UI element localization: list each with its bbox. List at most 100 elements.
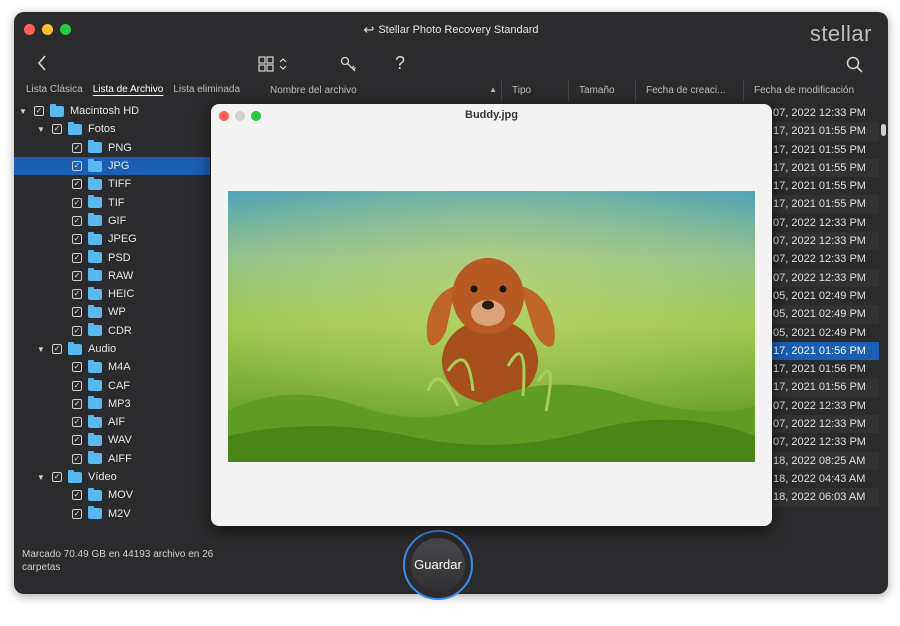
checkbox[interactable]: ✓ — [52, 344, 62, 354]
stellar-logo: stellar — [809, 21, 872, 46]
undo-arrow-icon: ↩ — [363, 22, 375, 37]
column-header-modified[interactable]: Fecha de modificación — [744, 80, 880, 102]
column-header-size[interactable]: Tamaño — [569, 80, 636, 102]
tab-file-list[interactable]: Lista de Archivo — [89, 80, 170, 102]
tree-row[interactable]: ✓ JPEG — [14, 230, 210, 248]
search-button[interactable] — [846, 56, 864, 79]
checkbox[interactable]: ✓ — [52, 472, 62, 483]
table-row-modified-date[interactable]: 17, 2021 01:56 PM — [769, 341, 879, 361]
checkbox[interactable]: ✓ — [72, 142, 82, 153]
tree-row[interactable]: ✓ M4A — [14, 358, 210, 376]
checkbox[interactable]: ✓ — [72, 215, 82, 226]
disclosure-triangle-icon[interactable]: ▼ — [36, 125, 46, 134]
scrollbar-thumb[interactable] — [881, 124, 886, 136]
checkbox[interactable]: ✓ — [72, 234, 82, 245]
disclosure-triangle-icon[interactable]: ▼ — [18, 107, 28, 116]
tree-row[interactable]: ✓ MP3 — [14, 395, 210, 413]
tree-row-label: PSD — [108, 251, 131, 264]
tree-row-label: MOV — [108, 489, 134, 502]
checkbox[interactable]: ✓ — [72, 435, 82, 446]
table-row-modified-date[interactable]: 18, 2022 08:25 AM — [769, 451, 879, 470]
table-row-modified-date[interactable]: 07, 2022 12:33 PM — [769, 232, 879, 251]
checkbox[interactable]: ✓ — [72, 490, 82, 501]
tree-row[interactable]: ▼ ✓ Audio — [14, 340, 210, 358]
table-row-modified-date[interactable]: 07, 2022 12:33 PM — [769, 268, 879, 287]
checkbox[interactable]: ✓ — [72, 508, 82, 519]
tree-row[interactable]: ✓ AIF — [14, 413, 210, 431]
checkbox[interactable]: ✓ — [72, 179, 82, 190]
checkbox[interactable]: ✓ — [34, 106, 44, 117]
tree-row[interactable]: ✓ JPG — [14, 156, 210, 176]
tree-row[interactable]: ✓ WP — [14, 303, 210, 321]
tree-row[interactable]: ✓ PNG — [14, 139, 210, 157]
tree-row[interactable]: ▼ ✓ Vídeo — [14, 468, 210, 486]
checkbox[interactable]: ✓ — [72, 398, 82, 409]
save-button[interactable]: Guardar — [411, 538, 465, 592]
table-row-modified-date[interactable]: 17, 2021 01:55 PM — [769, 158, 879, 178]
table-row-modified-date[interactable]: 17, 2021 01:56 PM — [769, 378, 879, 397]
back-button[interactable] — [36, 54, 48, 77]
checkbox[interactable]: ✓ — [72, 362, 82, 373]
activate-key-button[interactable] — [340, 56, 358, 79]
checkbox[interactable]: ✓ — [72, 307, 82, 318]
tree-row[interactable]: ✓ M2V — [14, 505, 210, 523]
table-row-modified-date[interactable]: 17, 2021 01:55 PM — [769, 177, 879, 195]
table-row-modified-date[interactable]: 07, 2022 12:33 PM — [769, 415, 879, 434]
tree-row[interactable]: ✓ CDR — [14, 322, 210, 340]
folder-icon — [88, 414, 102, 428]
tree-row[interactable]: ✓ TIF — [14, 193, 210, 211]
tree-row[interactable]: ✓ RAW — [14, 267, 210, 285]
view-mode-button[interactable] — [258, 56, 290, 79]
checkbox[interactable]: ✓ — [72, 270, 82, 281]
tree-row[interactable]: ✓ CAF — [14, 376, 210, 394]
table-row-modified-date[interactable]: 05, 2021 02:49 PM — [769, 305, 879, 324]
help-button[interactable]: ? — [395, 53, 405, 74]
folder-icon — [88, 378, 102, 392]
table-row-modified-date[interactable]: 07, 2022 12:33 PM — [769, 433, 879, 451]
table-row-modified-date[interactable]: 05, 2021 02:49 PM — [769, 287, 879, 305]
tree-row-label: M2V — [108, 507, 131, 520]
tree-row-label: Vídeo — [88, 471, 117, 484]
table-row-modified-date[interactable]: 07, 2022 12:33 PM — [769, 250, 879, 268]
tree-row[interactable]: ✓ GIF — [14, 212, 210, 230]
tree-row[interactable]: ✓ PSD — [14, 248, 210, 266]
checkbox[interactable]: ✓ — [72, 453, 82, 464]
tab-classic-list[interactable]: Lista Clásica — [14, 80, 89, 102]
table-row-modified-date[interactable]: 07, 2022 12:33 PM — [769, 397, 879, 415]
tree-row[interactable]: ✓ AIFF — [14, 450, 210, 468]
table-row-modified-date[interactable]: 18, 2022 06:03 AM — [769, 488, 879, 507]
tree-row-label: HEIC — [108, 288, 135, 301]
table-row-modified-date[interactable]: 17, 2021 01:55 PM — [769, 141, 879, 159]
table-row-modified-date[interactable]: 17, 2021 01:55 PM — [769, 122, 879, 141]
checkbox[interactable]: ✓ — [72, 252, 82, 263]
checkbox[interactable]: ✓ — [72, 161, 82, 172]
tree-row[interactable]: ✓ TIFF — [14, 175, 210, 193]
tree-row[interactable]: ✓ WAV — [14, 431, 210, 449]
column-header-type[interactable]: Tipo — [502, 80, 569, 102]
folder-icon — [88, 286, 102, 300]
table-row-modified-date[interactable]: 07, 2022 12:33 PM — [769, 104, 879, 122]
column-header-created[interactable]: Fecha de creaci... — [636, 80, 744, 102]
checkbox[interactable]: ✓ — [52, 124, 62, 135]
tree-row[interactable]: ▼ ✓ Macintosh HD — [14, 102, 210, 120]
table-row-modified-date[interactable]: 05, 2021 02:49 PM — [769, 324, 879, 342]
checkbox[interactable]: ✓ — [72, 197, 82, 208]
column-header-filename[interactable]: Nombre del archivo ▲ — [252, 80, 502, 102]
table-row-modified-date[interactable]: 17, 2021 01:56 PM — [769, 360, 879, 378]
checkbox[interactable]: ✓ — [72, 380, 82, 391]
table-row-modified-date[interactable]: 18, 2022 04:43 AM — [769, 470, 879, 488]
disclosure-triangle-icon[interactable]: ▼ — [36, 345, 46, 354]
tree-row[interactable]: ▼ ✓ Fotos — [14, 120, 210, 138]
status-text: Marcado 70.49 GB en 44193 archivo en 26 … — [22, 549, 214, 573]
checkbox[interactable]: ✓ — [72, 325, 82, 336]
tree-row[interactable]: ✓ MOV — [14, 486, 210, 504]
table-row-modified-date[interactable]: 07, 2022 12:33 PM — [769, 214, 879, 232]
folder-icon — [88, 451, 102, 465]
checkbox[interactable]: ✓ — [72, 417, 82, 428]
table-row-modified-date[interactable]: 17, 2021 01:55 PM — [769, 195, 879, 214]
checkbox[interactable]: ✓ — [72, 289, 82, 300]
disclosure-triangle-icon[interactable]: ▼ — [36, 473, 46, 482]
tree-row[interactable]: ✓ HEIC — [14, 285, 210, 303]
folder-icon — [88, 396, 102, 410]
tab-deleted-list[interactable]: Lista eliminada — [169, 80, 246, 102]
